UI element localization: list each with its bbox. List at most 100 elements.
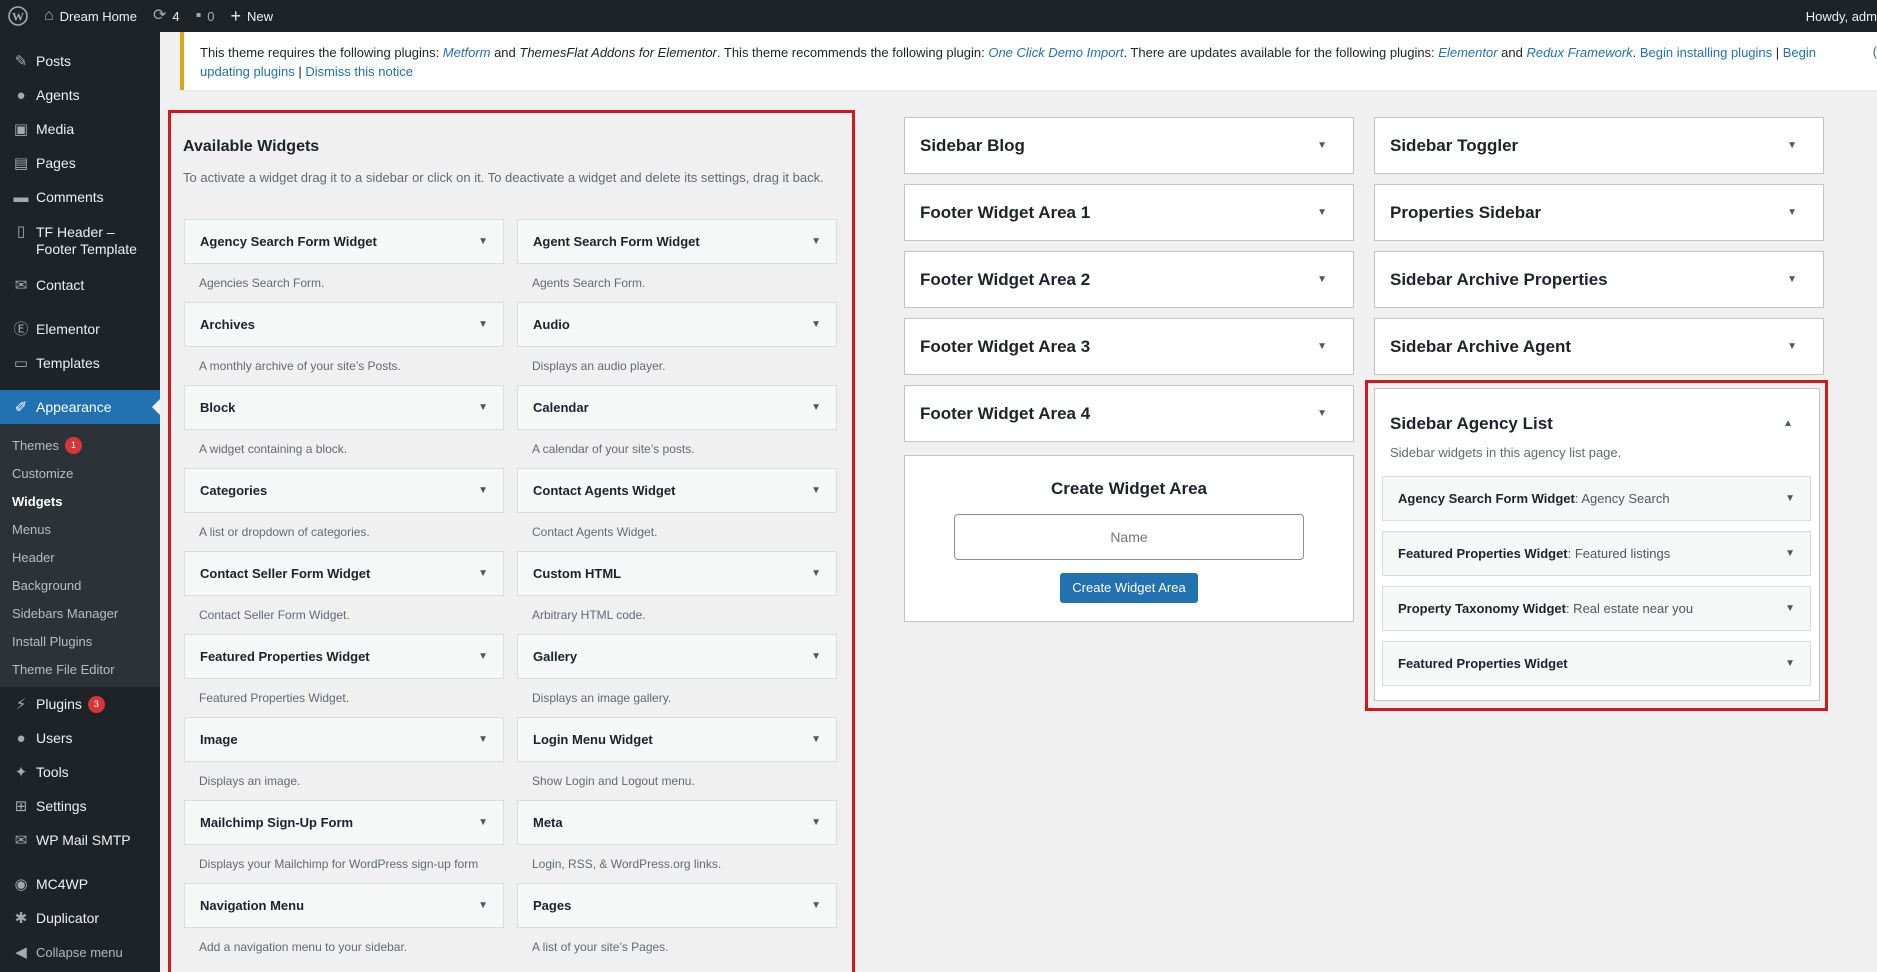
placed-widget-featured-properties-widget[interactable]: Featured Properties Widget: Featured lis… — [1382, 531, 1811, 576]
submenu-install-plugins[interactable]: Install Plugins — [0, 627, 160, 655]
widget-title-bar[interactable]: Contact Seller Form Widget ▼ — [184, 551, 504, 596]
expand-arrow-icon[interactable]: ▼ — [478, 568, 488, 579]
expand-arrow-icon[interactable]: ▼ — [1787, 140, 1797, 151]
placed-widget-featured-properties-widget[interactable]: Featured Properties Widget ▼ — [1382, 641, 1811, 686]
expand-arrow-icon[interactable]: ▼ — [478, 651, 488, 662]
menu-tf-header-footer[interactable]: ▯ TF Header – Footer Template — [0, 214, 160, 268]
sidebar-sidebar-archive-agent[interactable]: Sidebar Archive Agent ▼ — [1374, 318, 1824, 375]
expand-arrow-icon[interactable]: ▼ — [1317, 207, 1327, 218]
expand-arrow-icon[interactable]: ▼ — [478, 485, 488, 496]
expand-arrow-icon[interactable]: ▼ — [1785, 603, 1795, 614]
widget-title-bar[interactable]: Block ▼ — [184, 385, 504, 430]
expand-arrow-icon[interactable]: ▼ — [478, 402, 488, 413]
menu-appearance[interactable]: ✐ Appearance — [0, 390, 160, 424]
widget-area-name-input[interactable] — [954, 514, 1304, 560]
one-click-demo-import-link[interactable]: One Click Demo Import — [988, 45, 1123, 60]
sidebar-footer-widget-area-4[interactable]: Footer Widget Area 4 ▼ — [904, 385, 1354, 442]
menu-duplicator[interactable]: ✱ Duplicator — [0, 901, 160, 935]
collapse-arrow-icon[interactable]: ▲ — [1783, 418, 1793, 429]
wordpress-logo-icon[interactable]: W — [0, 0, 36, 32]
dismiss-notice-link[interactable]: Dismiss this notice — [305, 64, 413, 79]
expand-arrow-icon[interactable]: ▼ — [811, 568, 821, 579]
expand-arrow-icon[interactable]: ▼ — [478, 734, 488, 745]
submenu-menus[interactable]: Menus — [0, 515, 160, 543]
submenu-customize[interactable]: Customize — [0, 459, 160, 487]
expand-arrow-icon[interactable]: ▼ — [1787, 341, 1797, 352]
menu-pages[interactable]: ▤ Pages — [0, 146, 160, 180]
expand-arrow-icon[interactable]: ▼ — [1317, 140, 1327, 151]
create-widget-area-button[interactable]: Create Widget Area — [1060, 573, 1198, 603]
expand-arrow-icon[interactable]: ▼ — [811, 651, 821, 662]
submenu-widgets[interactable]: Widgets — [0, 487, 160, 515]
sidebar-sidebar-toggler[interactable]: Sidebar Toggler ▼ — [1374, 117, 1824, 174]
menu-tools[interactable]: ✦ Tools — [0, 755, 160, 789]
sidebar-sidebar-archive-properties[interactable]: Sidebar Archive Properties ▼ — [1374, 251, 1824, 308]
widget-title-bar[interactable]: Mailchimp Sign-Up Form ▼ — [184, 800, 504, 845]
sidebar-footer-widget-area-2[interactable]: Footer Widget Area 2 ▼ — [904, 251, 1354, 308]
collapse-menu-button[interactable]: ◀ Collapse menu — [0, 935, 160, 969]
expand-arrow-icon[interactable]: ▼ — [811, 817, 821, 828]
widget-title-bar[interactable]: Categories ▼ — [184, 468, 504, 513]
widget-title-bar[interactable]: Agency Search Form Widget ▼ — [184, 219, 504, 264]
placed-widget-agency-search-form-widget[interactable]: Agency Search Form Widget: Agency Search… — [1382, 476, 1811, 521]
elementor-link[interactable]: Elementor — [1438, 45, 1497, 60]
widget-title-bar[interactable]: Gallery ▼ — [517, 634, 837, 679]
menu-posts[interactable]: ✎ Posts — [0, 44, 160, 78]
menu-elementor[interactable]: Ⓔ Elementor — [0, 312, 160, 346]
expand-arrow-icon[interactable]: ▼ — [478, 319, 488, 330]
menu-users[interactable]: ● Users — [0, 721, 160, 755]
expand-arrow-icon[interactable]: ▼ — [1785, 658, 1795, 669]
expand-arrow-icon[interactable]: ▼ — [811, 734, 821, 745]
widget-title-bar[interactable]: Login Menu Widget ▼ — [517, 717, 837, 762]
submenu-header[interactable]: Header — [0, 543, 160, 571]
redux-framework-link[interactable]: Redux Framework — [1526, 45, 1632, 60]
sidebar-properties-sidebar[interactable]: Properties Sidebar ▼ — [1374, 184, 1824, 241]
submenu-sidebars-manager[interactable]: Sidebars Manager — [0, 599, 160, 627]
menu-media[interactable]: ▣ Media — [0, 112, 160, 146]
sidebar-sidebar-blog[interactable]: Sidebar Blog ▼ — [904, 117, 1354, 174]
begin-installing-plugins-link[interactable]: Begin installing plugins — [1640, 45, 1772, 60]
expand-arrow-icon[interactable]: ▼ — [1785, 548, 1795, 559]
widget-title-bar[interactable]: Agent Search Form Widget ▼ — [517, 219, 837, 264]
expand-arrow-icon[interactable]: ▼ — [811, 236, 821, 247]
sidebar-agency-list-header[interactable]: Sidebar Agency List ▲ — [1375, 389, 1819, 446]
placed-widget-property-taxonomy-widget[interactable]: Property Taxonomy Widget: Real estate ne… — [1382, 586, 1811, 631]
menu-mc4wp[interactable]: ◉ MC4WP — [0, 867, 160, 901]
howdy-account-link[interactable]: Howdy, adm — [1806, 0, 1877, 32]
submenu-themes[interactable]: Themes 1 — [0, 431, 160, 459]
expand-arrow-icon[interactable]: ▼ — [1787, 274, 1797, 285]
expand-arrow-icon[interactable]: ▼ — [811, 485, 821, 496]
site-name-link[interactable]: ⌂ Dream Home — [36, 0, 145, 32]
expand-arrow-icon[interactable]: ▼ — [478, 817, 488, 828]
menu-agents[interactable]: ● Agents — [0, 78, 160, 112]
expand-arrow-icon[interactable]: ▼ — [478, 900, 488, 911]
expand-arrow-icon[interactable]: ▼ — [1317, 274, 1327, 285]
widget-title-bar[interactable]: Custom HTML ▼ — [517, 551, 837, 596]
menu-templates[interactable]: ▭ Templates — [0, 346, 160, 380]
submenu-theme-file-editor[interactable]: Theme File Editor — [0, 655, 160, 683]
updates-link[interactable]: ⟳ 4 — [145, 0, 188, 32]
widget-title-bar[interactable]: Pages ▼ — [517, 883, 837, 928]
expand-arrow-icon[interactable]: ▼ — [811, 402, 821, 413]
sidebar-footer-widget-area-3[interactable]: Footer Widget Area 3 ▼ — [904, 318, 1354, 375]
widget-title-bar[interactable]: Calendar ▼ — [517, 385, 837, 430]
expand-arrow-icon[interactable]: ▼ — [1317, 341, 1327, 352]
menu-contact[interactable]: ✉ Contact — [0, 268, 160, 302]
menu-plugins[interactable]: ⚡ Plugins 3 — [0, 687, 160, 721]
submenu-background[interactable]: Background — [0, 571, 160, 599]
menu-settings[interactable]: ⊞ Settings — [0, 789, 160, 823]
expand-arrow-icon[interactable]: ▼ — [811, 319, 821, 330]
expand-arrow-icon[interactable]: ▼ — [1785, 493, 1795, 504]
comments-link[interactable]: ▪ 0 — [188, 0, 223, 32]
menu-comments[interactable]: ▬ Comments — [0, 180, 160, 214]
widget-title-bar[interactable]: Image ▼ — [184, 717, 504, 762]
expand-arrow-icon[interactable]: ▼ — [478, 236, 488, 247]
expand-arrow-icon[interactable]: ▼ — [1787, 207, 1797, 218]
widget-title-bar[interactable]: Contact Agents Widget ▼ — [517, 468, 837, 513]
widget-title-bar[interactable]: Navigation Menu ▼ — [184, 883, 504, 928]
expand-arrow-icon[interactable]: ▼ — [1317, 408, 1327, 419]
widget-title-bar[interactable]: Archives ▼ — [184, 302, 504, 347]
expand-arrow-icon[interactable]: ▼ — [811, 900, 821, 911]
widget-title-bar[interactable]: Audio ▼ — [517, 302, 837, 347]
menu-wp-mail-smtp[interactable]: ✉ WP Mail SMTP — [0, 823, 160, 857]
